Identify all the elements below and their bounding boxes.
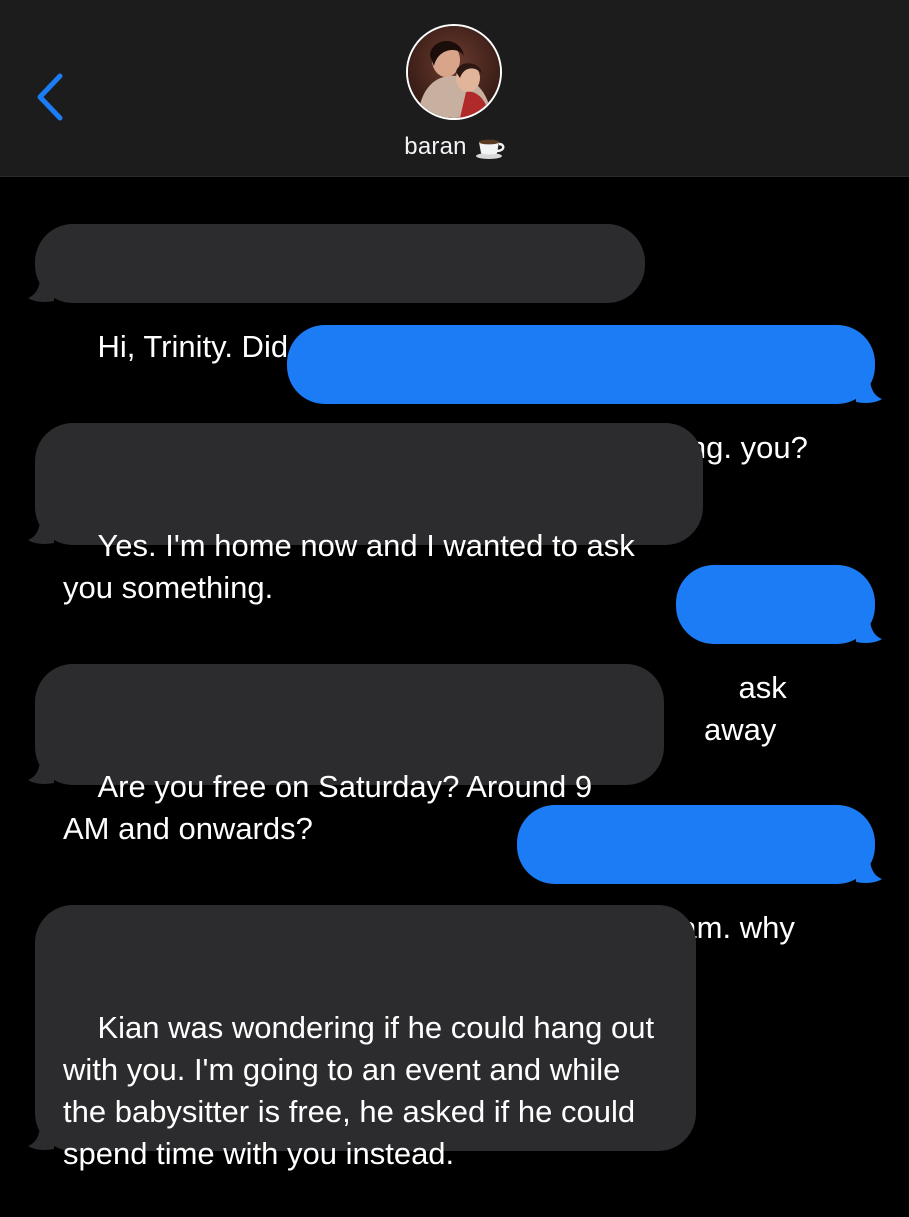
message-text: Yes. I'm home now and I wanted to ask yo… xyxy=(63,528,644,605)
message-row: ask away xyxy=(676,565,882,747)
back-button[interactable] xyxy=(30,70,74,124)
outgoing-message-bubble[interactable]: ask away xyxy=(676,565,882,747)
bubble-tail xyxy=(28,277,54,302)
incoming-message-bubble[interactable]: Hi, Trinity. Did you get home okay? xyxy=(28,224,645,364)
conversation-header: baran xyxy=(0,0,909,177)
message-row: yes, i did. thanks for asking. you? xyxy=(287,325,882,465)
outgoing-message-bubble[interactable]: yes, i did. thanks for asking. you? xyxy=(287,325,882,465)
coffee-icon xyxy=(475,139,505,159)
chevron-left-icon xyxy=(37,73,63,121)
message-row: Kian was wondering if he could hang out … xyxy=(28,905,696,1171)
incoming-message-bubble[interactable]: Yes. I'm home now and I wanted to ask yo… xyxy=(28,423,703,605)
bubble-tail xyxy=(856,378,882,403)
bubble-tail xyxy=(28,519,54,544)
message-text: Kian was wondering if he could hang out … xyxy=(63,1010,663,1171)
message-text: ask away xyxy=(704,670,796,747)
bubble-tail xyxy=(856,618,882,643)
message-row: yeah, i am. why xyxy=(517,805,882,985)
contact-name: baran xyxy=(404,133,467,160)
message-row: Hi, Trinity. Did you get home okay? xyxy=(28,224,645,364)
bubble-tail xyxy=(28,759,54,784)
message-row: Yes. I'm home now and I wanted to ask yo… xyxy=(28,423,703,605)
incoming-message-bubble[interactable]: Kian was wondering if he could hang out … xyxy=(28,905,696,1171)
outgoing-message-bubble[interactable]: yeah, i am. why xyxy=(517,805,882,985)
message-row: Are you free on Saturday? Around 9 AM an… xyxy=(28,664,664,846)
avatar-photo xyxy=(408,26,500,118)
contact-avatar[interactable] xyxy=(408,26,500,118)
contact-title[interactable]: baran xyxy=(0,130,909,164)
incoming-message-bubble[interactable]: Are you free on Saturday? Around 9 AM an… xyxy=(28,664,664,846)
bubble-tail xyxy=(856,858,882,883)
bubble-tail xyxy=(28,1125,54,1150)
